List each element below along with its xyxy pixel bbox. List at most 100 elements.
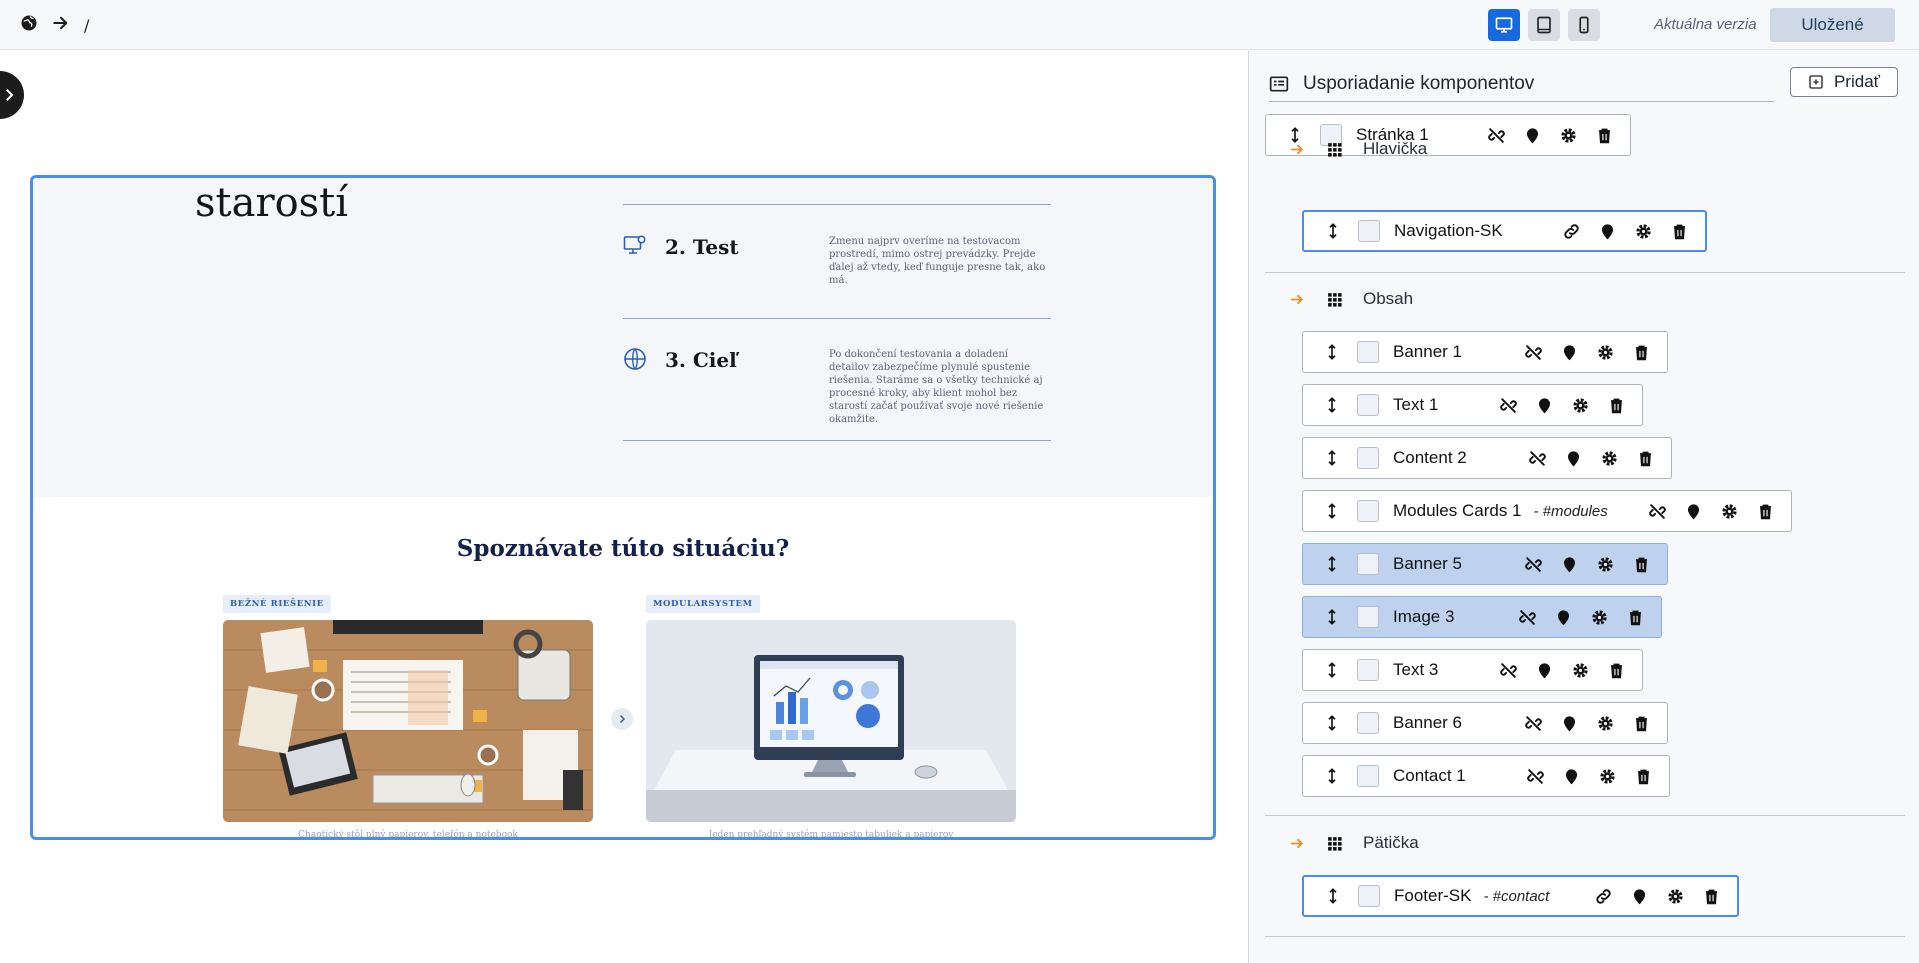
unlink-icon[interactable]: [1648, 502, 1667, 521]
component-anchor: - #contact: [1483, 887, 1550, 905]
gear-icon[interactable]: [1666, 887, 1685, 906]
group-header[interactable]: Hlavička: [1289, 139, 1427, 159]
grid-icon: [1328, 142, 1342, 157]
component-label: Modules Cards 1: [1393, 501, 1522, 520]
unlink-icon[interactable]: [1528, 449, 1547, 468]
drag-handle-icon[interactable]: [1317, 661, 1347, 679]
desktop-view-button[interactable]: [1488, 9, 1520, 41]
editor-canvas: starostí 2. Test Zmenu najprv overíme na…: [0, 51, 1248, 963]
gear-icon[interactable]: [1571, 661, 1590, 680]
component-anchor: - #modules: [1533, 502, 1608, 520]
component-row-navigation[interactable]: Navigation-SK: [1302, 210, 1707, 252]
carousel-next-button[interactable]: [611, 708, 633, 730]
grid-icon: [1328, 836, 1342, 851]
component-row-banner-1[interactable]: Banner 1: [1302, 331, 1668, 373]
pin-icon[interactable]: [1684, 502, 1703, 521]
tablet-view-button[interactable]: [1528, 9, 1560, 41]
sidebar-toggle-button[interactable]: [0, 71, 24, 119]
pin-icon[interactable]: [1523, 126, 1542, 145]
trash-icon[interactable]: [1595, 126, 1614, 145]
pin-icon[interactable]: [1564, 449, 1583, 468]
gear-icon[interactable]: [1559, 126, 1578, 145]
component-row-image-3[interactable]: Image 3: [1302, 596, 1662, 638]
pin-icon[interactable]: [1630, 887, 1649, 906]
image-thumbnail-icon: [1357, 606, 1379, 628]
drag-handle-icon[interactable]: [1317, 449, 1347, 467]
drag-handle-icon[interactable]: [1318, 887, 1348, 905]
component-row-text-1[interactable]: Text 1: [1302, 384, 1643, 426]
pin-icon[interactable]: [1560, 714, 1579, 733]
unlink-icon[interactable]: [1526, 767, 1545, 786]
component-row-banner-6[interactable]: Banner 6: [1302, 702, 1668, 744]
plus-square-icon: [1809, 75, 1823, 89]
trash-icon[interactable]: [1607, 396, 1626, 415]
trash-icon[interactable]: [1632, 343, 1651, 362]
desktop-icon: [1495, 17, 1513, 33]
trash-icon[interactable]: [1756, 502, 1775, 521]
unlink-icon[interactable]: [1487, 126, 1506, 145]
component-row-modules-cards-1[interactable]: Modules Cards 1 - #modules: [1302, 490, 1792, 532]
gear-icon[interactable]: [1598, 767, 1617, 786]
drag-handle-icon[interactable]: [1317, 714, 1347, 732]
trash-icon[interactable]: [1634, 767, 1653, 786]
gear-icon[interactable]: [1571, 396, 1590, 415]
unlink-icon[interactable]: [1524, 343, 1543, 362]
trash-icon[interactable]: [1702, 887, 1721, 906]
saved-button[interactable]: Uložené: [1770, 8, 1895, 42]
drag-handle-icon[interactable]: [1317, 396, 1347, 414]
link-icon[interactable]: [1594, 887, 1613, 906]
drag-handle-icon[interactable]: [1317, 608, 1347, 626]
drag-handle-icon[interactable]: [1317, 767, 1347, 785]
component-row-contact-1[interactable]: Contact 1: [1302, 755, 1670, 797]
unlink-icon[interactable]: [1524, 555, 1543, 574]
add-component-button[interactable]: Pridať: [1790, 67, 1898, 97]
gear-icon[interactable]: [1596, 555, 1615, 574]
unlink-icon[interactable]: [1499, 661, 1518, 680]
link-icon[interactable]: [1562, 222, 1581, 241]
gear-icon[interactable]: [1596, 714, 1615, 733]
globe-icon[interactable]: [20, 14, 38, 36]
gear-icon[interactable]: [1634, 222, 1653, 241]
pin-icon[interactable]: [1560, 343, 1579, 362]
component-row-content-2[interactable]: Content 2: [1302, 437, 1672, 479]
gear-icon[interactable]: [1596, 343, 1615, 362]
pin-icon[interactable]: [1560, 555, 1579, 574]
drag-handle-icon[interactable]: [1317, 343, 1347, 361]
gear-icon[interactable]: [1600, 449, 1619, 468]
drag-handle-icon[interactable]: [1317, 555, 1347, 573]
group-divider: [1265, 815, 1905, 816]
modular-system-image: [646, 620, 1016, 822]
component-row-banner-5[interactable]: Banner 5: [1302, 543, 1668, 585]
component-label: Image 3: [1393, 607, 1455, 626]
unlink-icon[interactable]: [1518, 608, 1537, 627]
selected-component-frame[interactable]: starostí 2. Test Zmenu najprv overíme na…: [30, 175, 1216, 840]
gear-icon[interactable]: [1720, 502, 1739, 521]
trash-icon[interactable]: [1626, 608, 1645, 627]
pin-icon[interactable]: [1562, 767, 1581, 786]
trash-icon[interactable]: [1636, 449, 1655, 468]
drag-handle-icon[interactable]: [1317, 502, 1347, 520]
mobile-view-button[interactable]: [1568, 9, 1600, 41]
trash-icon[interactable]: [1632, 714, 1651, 733]
pin-icon[interactable]: [1554, 608, 1573, 627]
drag-handle-icon[interactable]: [1318, 222, 1348, 240]
trash-icon[interactable]: [1670, 222, 1689, 241]
section-heading-fragment: starostí: [195, 180, 349, 226]
pin-icon[interactable]: [1535, 661, 1554, 680]
arrow-right-icon[interactable]: [52, 14, 70, 36]
pin-icon[interactable]: [1598, 222, 1617, 241]
arrow-right-icon: [1291, 838, 1304, 848]
pin-icon[interactable]: [1535, 396, 1554, 415]
unlink-icon[interactable]: [1524, 714, 1543, 733]
trash-icon[interactable]: [1607, 661, 1626, 680]
unlink-icon[interactable]: [1499, 396, 1518, 415]
group-footer[interactable]: Pätička: [1289, 833, 1419, 853]
trash-icon[interactable]: [1632, 555, 1651, 574]
divider: [623, 440, 1051, 441]
url-path[interactable]: /: [84, 16, 89, 35]
group-label: Hlavička: [1363, 139, 1428, 158]
component-row-text-3[interactable]: Text 3: [1302, 649, 1643, 691]
component-row-footer[interactable]: Footer-SK - #contact: [1302, 875, 1739, 917]
gear-icon[interactable]: [1590, 608, 1609, 627]
group-content[interactable]: Obsah: [1289, 289, 1413, 309]
